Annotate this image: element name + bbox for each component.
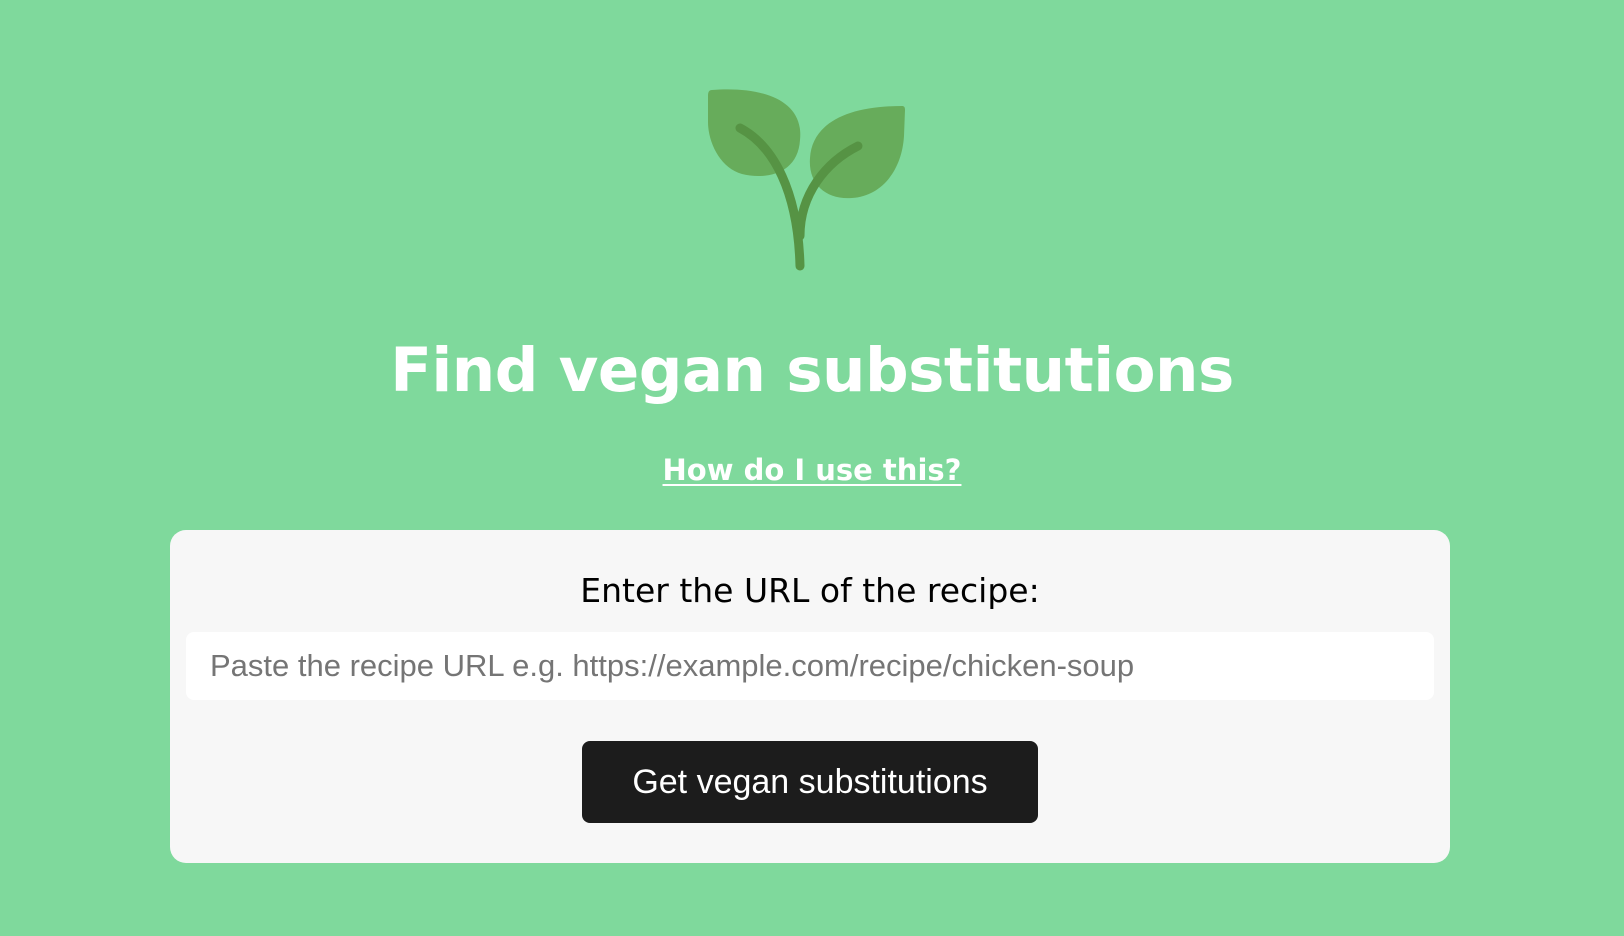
help-link[interactable]: How do I use this? [663,453,962,487]
sprout-icon [708,89,905,271]
right-leaf-shape [809,106,905,199]
get-substitutions-button[interactable]: Get vegan substitutions [582,741,1038,823]
url-label: Enter the URL of the recipe: [580,571,1040,610]
page-title: Find vegan substitutions [390,335,1234,406]
page: Find vegan substitutions How do I use th… [0,0,1624,936]
recipe-url-input[interactable] [186,632,1434,700]
help-link-container: How do I use this? [0,448,1624,497]
url-form-card: Enter the URL of the recipe: Get vegan s… [170,530,1450,863]
